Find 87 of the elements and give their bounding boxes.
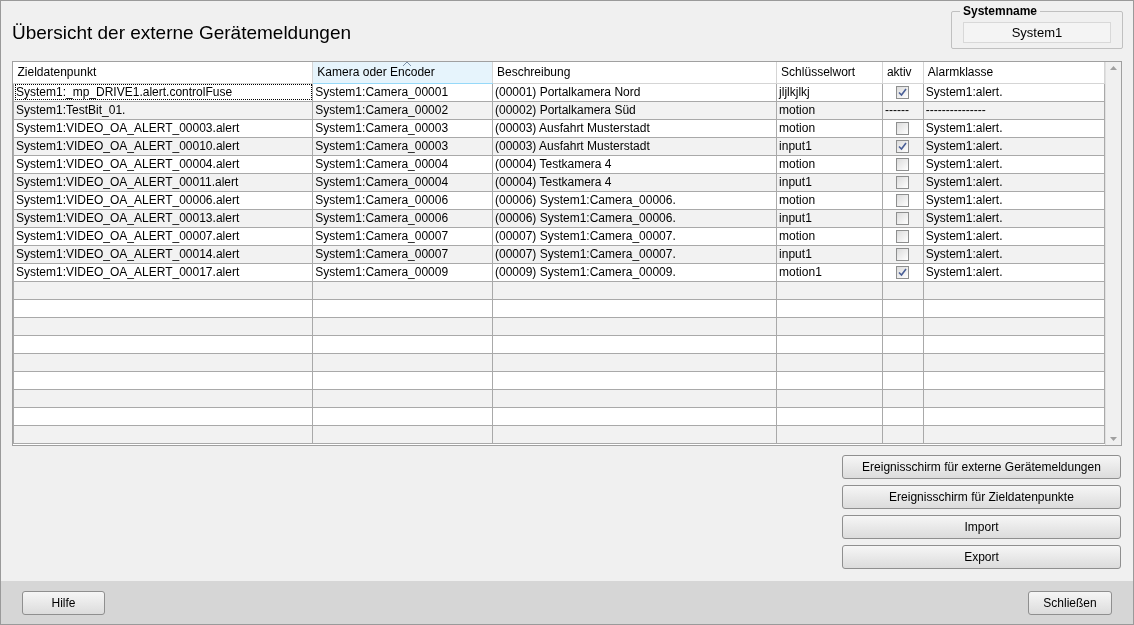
table-cell: input1 [776,137,883,155]
table-cell: (00003) Ausfahrt Musterstadt [492,137,777,155]
table-cell: System1:VIDEO_OA_ALERT_00011.alert [13,173,313,191]
column-header[interactable]: Schlüsselwort [776,62,883,83]
table-cell: System1:Camera_00007 [312,227,493,245]
scrollbar[interactable] [1105,62,1121,445]
table-cell: motion [776,227,883,245]
column-header[interactable]: aktiv [882,62,924,83]
table-cell: (00007) System1:Camera_00007. [492,245,777,263]
table-cell: input1 [776,209,883,227]
table-cell: System1:alert. [923,245,1105,263]
table-cell: System1:alert. [923,209,1105,227]
table-cell: System1:VIDEO_OA_ALERT_00013.alert [13,209,313,227]
table-cell: motion [776,119,883,137]
column-header[interactable]: Zieldatenpunkt [13,62,313,83]
table-cell: input1 [776,173,883,191]
help-button[interactable]: Hilfe [22,590,105,615]
checkmark-icon [898,268,908,278]
action-button[interactable]: Ereignisschirm für Zieldatenpunkte [842,485,1121,509]
column-header[interactable]: Beschreibung [492,62,777,83]
checkbox[interactable] [896,176,910,190]
checkbox[interactable] [896,140,910,154]
checkbox[interactable] [896,122,910,136]
table-cell: System1:Camera_00003 [312,119,493,137]
table-cell: input1 [776,245,883,263]
table-cell: System1:_mp_DRIVE1.alert.controlFuse [13,83,313,101]
table-cell: jljlkjlkj [776,83,883,101]
table-cell: System1:alert. [923,227,1105,245]
table-cell: System1:TestBit_01. [13,101,313,119]
table-cell: System1:VIDEO_OA_ALERT_00010.alert [13,137,313,155]
action-button[interactable]: Ereignisschirm für externe Gerätemeldungen [842,455,1121,479]
table-cell: System1:Camera_00007 [312,245,493,263]
system-name-field: System1 [963,22,1111,43]
table-cell: motion [776,155,883,173]
table-cell: System1:Camera_00004 [312,173,493,191]
table-cell: --------------- [923,101,1105,119]
checkbox[interactable] [896,248,910,262]
table-cell: System1:VIDEO_OA_ALERT_00017.alert [13,263,313,281]
table-cell: (00006) System1:Camera_00006. [492,191,777,209]
checkbox[interactable] [896,212,910,226]
checkbox[interactable] [896,266,910,280]
checkbox[interactable] [896,230,910,244]
table-cell: motion [776,191,883,209]
table-cell: System1:alert. [923,119,1105,137]
table-cell: motion1 [776,263,883,281]
table-cell: (00003) Ausfahrt Musterstadt [492,119,777,137]
table-cell: ------ [882,101,924,119]
action-button[interactable]: Export [842,545,1121,569]
checkmark-icon [898,88,908,98]
table-cell: System1:alert. [923,83,1105,101]
table-cell: (00002) Portalkamera Süd [492,101,777,119]
table-cell: System1:alert. [923,155,1105,173]
table-cell: (00001) Portalkamera Nord [492,83,777,101]
checkbox[interactable] [896,194,910,208]
column-header[interactable]: Alarmklasse [923,62,1105,83]
table-cell: System1:Camera_00001 [312,83,493,101]
table-cell: System1:VIDEO_OA_ALERT_00014.alert [13,245,313,263]
table-cell: System1:alert. [923,191,1105,209]
table-cell: System1:alert. [923,173,1105,191]
checkbox[interactable] [896,86,910,100]
table-cell: System1:VIDEO_OA_ALERT_00003.alert [13,119,313,137]
table-cell: (00004) Testkamera 4 [492,155,777,173]
action-button[interactable]: Import [842,515,1121,539]
table-cell: System1:VIDEO_OA_ALERT_00006.alert [13,191,313,209]
table-cell: (00004) Testkamera 4 [492,173,777,191]
page-title: Übersicht der externe Gerätemeldungen [12,21,352,45]
table-cell: motion [776,101,883,119]
group-label: Systemname [960,4,1041,18]
table-cell: System1:alert. [923,263,1105,281]
checkmark-icon [898,142,908,152]
scroll-down-icon [1110,437,1117,441]
table-cell: System1:Camera_00003 [312,137,493,155]
table-cell: (00007) System1:Camera_00007. [492,227,777,245]
scroll-up-icon [1110,66,1117,70]
table-cell: System1:Camera_00002 [312,101,493,119]
table-cell: System1:Camera_00006 [312,209,493,227]
table-cell: System1:Camera_00009 [312,263,493,281]
table-cell: System1:alert. [923,137,1105,155]
table-cell: (00009) System1:Camera_00009. [492,263,777,281]
table-cell: System1:Camera_00006 [312,191,493,209]
table-cell: System1:VIDEO_OA_ALERT_00007.alert [13,227,313,245]
column-header[interactable]: Kamera oder Encoder [312,62,493,83]
table-cell: System1:Camera_00004 [312,155,493,173]
table-cell: (00006) System1:Camera_00006. [492,209,777,227]
checkbox[interactable] [896,158,910,172]
table-cell: System1:VIDEO_OA_ALERT_00004.alert [13,155,313,173]
close-button[interactable]: Schließen [1028,590,1112,615]
